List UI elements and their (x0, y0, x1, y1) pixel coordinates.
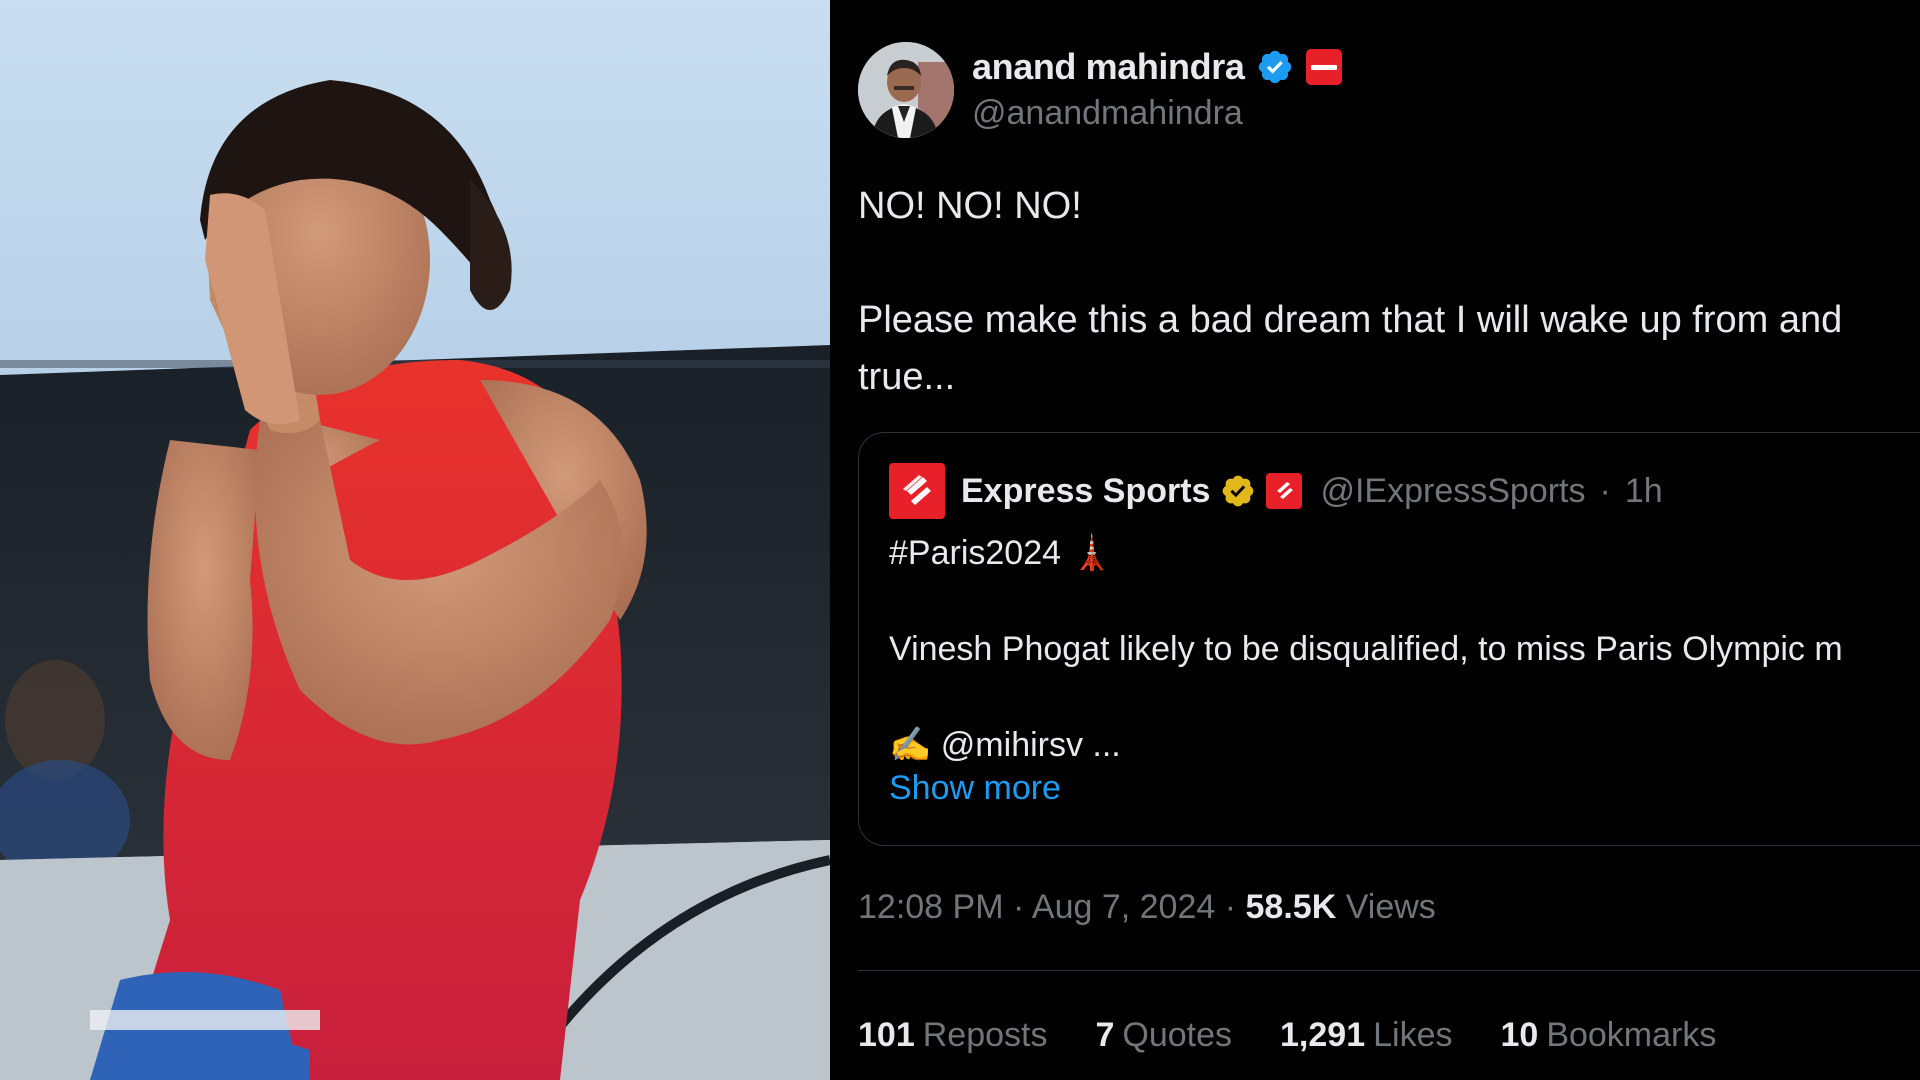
author-handle[interactable]: @anandmahindra (972, 94, 1243, 133)
author-name-row: anand mahindra (972, 46, 1343, 88)
quotes-count: 7 (1095, 1016, 1115, 1054)
quoted-affiliation-icon (1266, 473, 1303, 509)
avatar[interactable] (858, 42, 954, 138)
tweet-text-line: NO! NO! NO! (858, 185, 1082, 227)
tweet-date[interactable]: Aug 7, 2024 (1032, 888, 1215, 926)
quoted-author-name[interactable]: Express Sports (961, 472, 1210, 511)
reposts-count: 101 (858, 1016, 915, 1054)
athlete-photo (0, 0, 830, 1080)
quoted-author-handle[interactable]: @IExpressSports (1320, 472, 1585, 511)
quoted-tweet-card[interactable]: Express Sports @IExpressSports · 1h #Par… (858, 432, 1920, 846)
tweet-header: anand mahindra @anandmahindra (858, 42, 1918, 138)
author-name[interactable]: anand mahindra (972, 46, 1245, 88)
quoted-time[interactable]: 1h (1625, 472, 1663, 511)
separator-dot: · (1224, 888, 1237, 926)
views-label: Views (1345, 888, 1436, 926)
quotes-label: Quotes (1122, 1016, 1233, 1054)
bookmarks-count: 10 (1500, 1016, 1539, 1054)
bookmarks-label: Bookmarks (1546, 1016, 1717, 1054)
reposts-stat[interactable]: 101 Reposts (858, 1016, 1047, 1055)
views-count: 58.5K (1245, 888, 1337, 926)
show-more-link[interactable]: Show more (889, 769, 1061, 808)
mention-link[interactable]: @mihirsv ... (941, 726, 1121, 764)
likes-stat[interactable]: 1,291 Likes (1280, 1016, 1452, 1055)
quoted-headline: Vinesh Phogat likely to be disqualified,… (889, 630, 1843, 668)
divider (858, 970, 1920, 971)
tweet-panel: anand mahindra @anandmahindra NO! NO! NO… (830, 0, 1920, 1080)
tweet-text-line: Please make this a bad dream that I will… (858, 299, 1843, 341)
tweet-meta: 12:08 PM · Aug 7, 2024 · 58.5K Views (858, 888, 1436, 927)
tweet-text-line: true... (858, 356, 956, 398)
tweet-text: NO! NO! NO! Please make this a bad dream… (858, 178, 1920, 406)
separator-dot: · (1012, 888, 1025, 926)
eiffel-tower-emoji-icon: 🗼 (1070, 534, 1113, 572)
bookmarks-stat[interactable]: 10 Bookmarks (1500, 1016, 1716, 1055)
separator-dot: · (1599, 471, 1611, 510)
engagement-stats: 101 Reposts 7 Quotes 1,291 Likes 10 Bookmark… (858, 1016, 1716, 1055)
likes-count: 1,291 (1280, 1016, 1366, 1054)
verified-badge-icon (1259, 50, 1292, 84)
hashtag-link[interactable]: #Paris2024 (889, 534, 1061, 572)
tweet-time[interactable]: 12:08 PM (858, 888, 1004, 926)
gold-verified-badge-icon (1223, 475, 1254, 507)
writing-hand-emoji-icon: ✍️ (889, 726, 932, 764)
affiliation-badge-icon (1306, 49, 1343, 85)
express-sports-logo-icon[interactable] (889, 463, 945, 519)
quotes-stat[interactable]: 7 Quotes (1095, 1016, 1232, 1055)
reposts-label: Reposts (922, 1016, 1048, 1054)
likes-label: Likes (1373, 1016, 1453, 1054)
quoted-tweet-header: Express Sports @IExpressSports · 1h (889, 463, 1663, 519)
